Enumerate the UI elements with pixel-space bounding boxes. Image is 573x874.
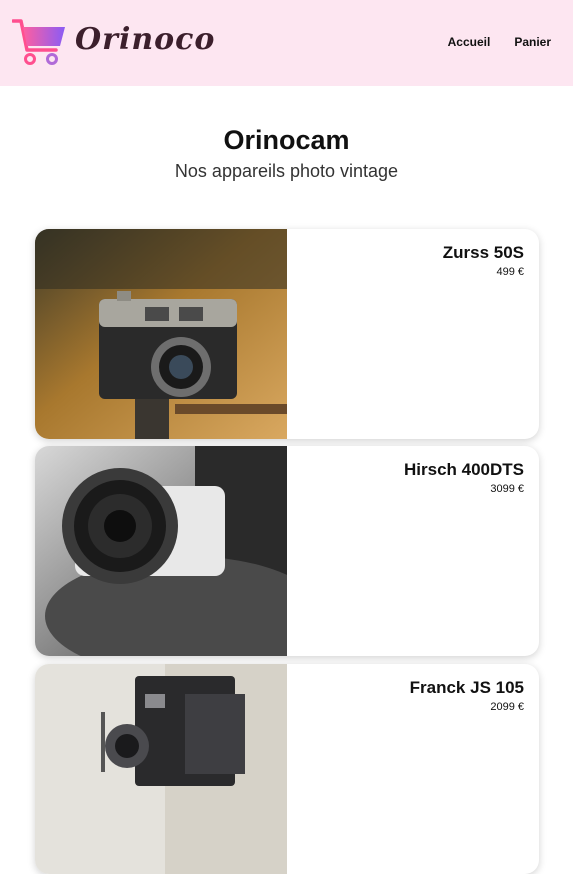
product-card[interactable]: Franck JS 105 2099 € <box>35 664 539 874</box>
shopping-cart-icon <box>12 19 65 65</box>
nav-link-panier[interactable]: Panier <box>514 35 551 49</box>
logo[interactable]: Orinoco <box>12 18 214 68</box>
product-price: 3099 € <box>490 483 524 495</box>
product-price: 499 € <box>496 266 524 278</box>
nav-link-accueil[interactable]: Accueil <box>448 35 491 49</box>
page-title: Orinocam <box>223 125 350 155</box>
product-name: Zurss 50S <box>442 243 524 262</box>
page-subtitle: Nos appareils photo vintage <box>174 161 399 181</box>
product-price: 2099 € <box>490 701 524 713</box>
product-image-camera <box>35 664 287 874</box>
main-nav: Accueil Panier <box>448 35 551 49</box>
logo-text: Orinoco <box>75 22 216 57</box>
product-card[interactable]: Hirsch 400DTS 3099 € <box>35 446 539 656</box>
product-card[interactable]: Zurss 50S 499 € <box>35 229 539 439</box>
site-header: Orinoco Accueil Panier <box>0 0 573 86</box>
product-name: Franck JS 105 <box>409 678 524 697</box>
product-image-camera <box>35 446 287 656</box>
product-name: Hirsch 400DTS <box>404 460 524 479</box>
page-hero: Orinocam Nos appareils photo vintage <box>0 120 573 182</box>
product-image-camera <box>35 229 287 439</box>
